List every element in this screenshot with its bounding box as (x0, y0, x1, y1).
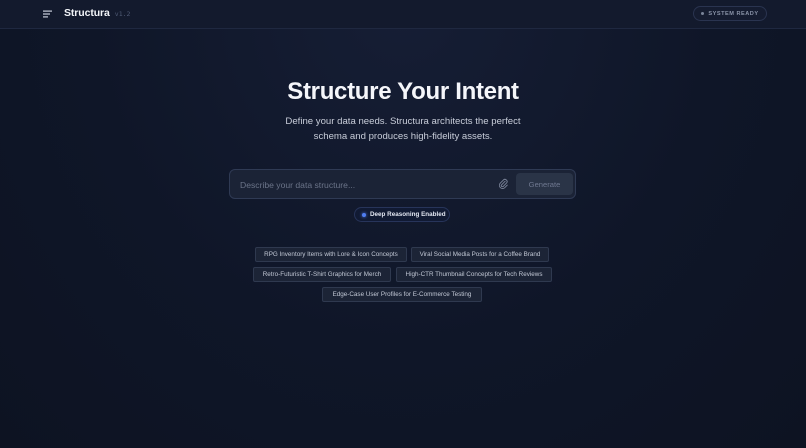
prompt-input[interactable] (240, 175, 490, 195)
page-subtitle: Define your data needs. Structura archit… (253, 115, 553, 144)
brand-name: Structura (64, 7, 110, 19)
paperclip-icon[interactable] (497, 177, 509, 190)
app-root: Structura v1.2 SYSTEM READY Structure Yo… (0, 0, 806, 448)
subtitle-line-2: schema and produces high-fidelity assets… (313, 130, 493, 142)
status-dot-icon (701, 12, 705, 15)
subtitle-line-1: Define your data needs. Structura archit… (285, 116, 521, 127)
top-bar: Structura v1.2 SYSTEM READY (0, 0, 806, 29)
system-status-badge: SYSTEM READY (693, 6, 767, 21)
suggestion-chip[interactable]: High-CTR Thumbnail Concepts for Tech Rev… (396, 267, 552, 282)
deep-reasoning-toggle[interactable]: Deep Reasoning Enabled (354, 207, 450, 222)
page-title: Structure Your Intent (287, 78, 519, 105)
version-label: v1.2 (114, 10, 131, 18)
suggestion-chip[interactable]: Retro-Futuristic T-Shirt Graphics for Me… (253, 267, 391, 282)
reasoning-label: Deep Reasoning Enabled (370, 211, 446, 218)
status-text: SYSTEM READY (708, 10, 759, 17)
brand: Structura v1.2 (64, 7, 130, 19)
suggestion-chip[interactable]: RPG Inventory Items with Lore & Icon Con… (255, 247, 407, 262)
menu-icon[interactable] (42, 9, 54, 19)
reasoning-indicator-icon (362, 212, 366, 217)
suggestion-chip[interactable]: Viral Social Media Posts for a Coffee Br… (411, 247, 549, 262)
generate-button[interactable]: Generate (516, 173, 573, 195)
suggestion-chip[interactable]: Edge-Case User Profiles for E-Commerce T… (322, 287, 482, 302)
